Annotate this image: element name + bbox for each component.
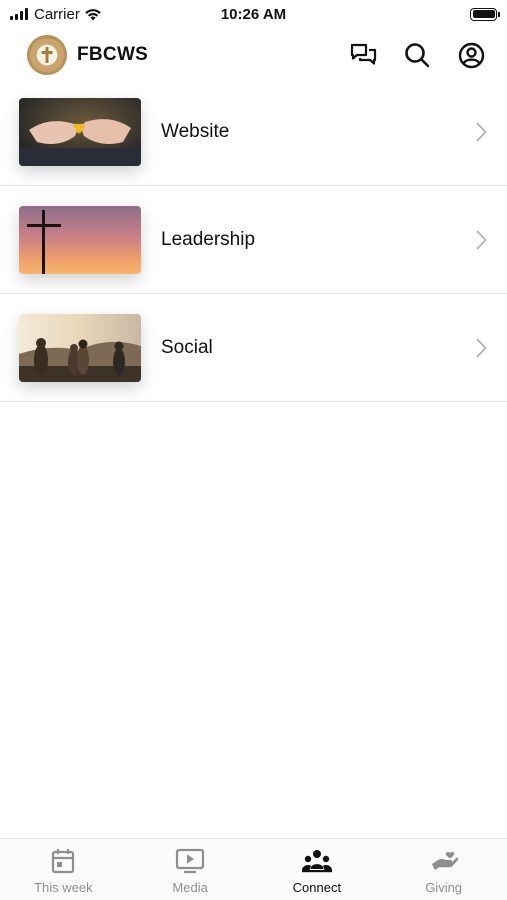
people-icon <box>301 850 332 873</box>
tab-connect[interactable]: Connect <box>254 839 381 900</box>
search-icon <box>405 43 430 68</box>
chevron-right-icon <box>476 122 487 141</box>
tab-label: Giving <box>425 880 463 895</box>
church-logo <box>27 35 67 75</box>
battery-icon <box>470 7 500 21</box>
calendar-icon <box>52 849 75 874</box>
play-icon <box>176 848 205 874</box>
tab-label: Media <box>172 880 208 895</box>
hands-flower-image <box>19 97 141 166</box>
account-icon <box>458 42 484 68</box>
tab-bar: This week Media Connect Giving <box>0 838 507 900</box>
list-item-label: Social <box>161 336 213 358</box>
messages-icon <box>350 43 376 65</box>
giving-hand-icon <box>431 851 458 870</box>
wifi-icon <box>85 8 101 20</box>
messages-button[interactable] <box>347 39 379 71</box>
list-item-label: Website <box>161 120 230 142</box>
chevron-right-icon <box>476 230 487 249</box>
tab-giving[interactable]: Giving <box>380 839 507 900</box>
list-item-social[interactable]: Social <box>0 294 507 402</box>
signal-icon <box>10 8 28 20</box>
app-title: FBCWS <box>77 44 149 65</box>
header-actions <box>347 39 487 71</box>
list-item-website[interactable]: Website <box>0 78 507 186</box>
cross-icon <box>41 47 53 63</box>
connect-list: Website Leadership Social <box>0 78 507 402</box>
search-button[interactable] <box>401 39 433 71</box>
tab-label: This week <box>34 880 93 895</box>
cross-sunset-image <box>19 205 141 274</box>
chevron-right-icon <box>476 338 487 357</box>
friends-sunset-image <box>19 313 141 382</box>
app-header: FBCWS <box>0 28 507 82</box>
list-item-leadership[interactable]: Leadership <box>0 186 507 294</box>
list-item-label: Leadership <box>161 228 256 250</box>
tab-label: Connect <box>292 880 342 895</box>
tab-this-week[interactable]: This week <box>0 839 127 900</box>
tab-media[interactable]: Media <box>127 839 254 900</box>
account-button[interactable] <box>455 39 487 71</box>
status-bar: Carrier 10:26 AM <box>0 0 507 28</box>
carrier-name: Carrier <box>34 5 80 23</box>
status-left: Carrier <box>10 6 102 23</box>
